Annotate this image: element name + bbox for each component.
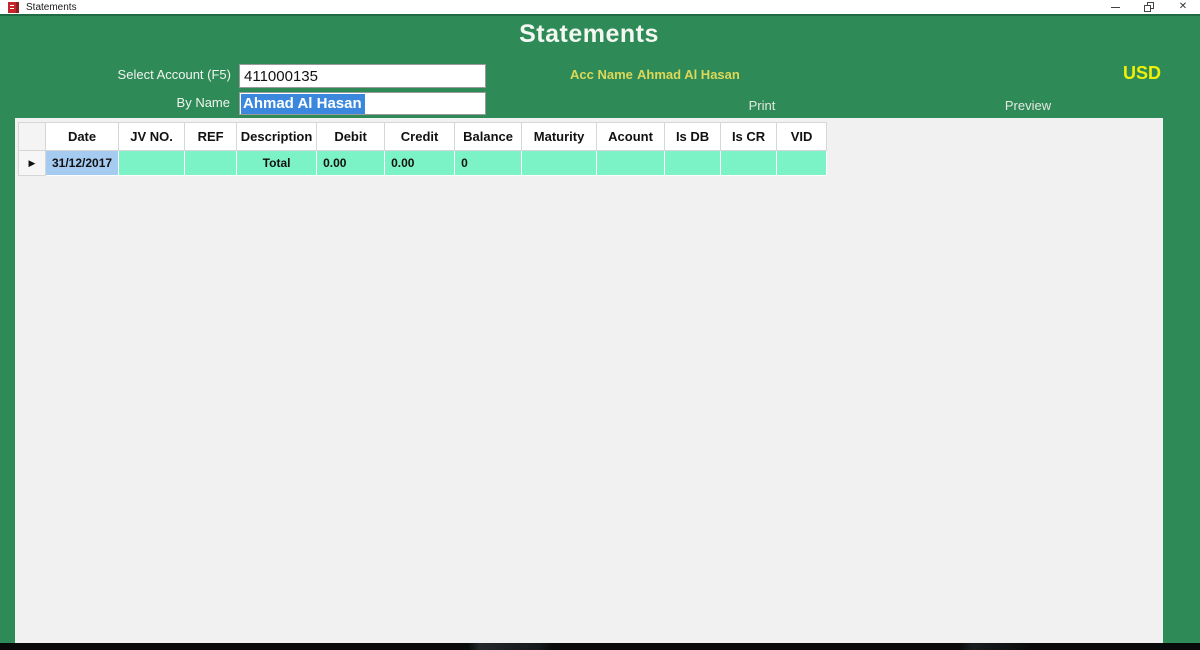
close-button[interactable]: ✕ (1166, 0, 1200, 14)
column-header-date[interactable]: Date (44, 122, 120, 151)
window-controls: ✕ (1098, 0, 1200, 14)
select-account-label: Select Account (F5) (117, 67, 231, 82)
cell-is-cr[interactable] (720, 150, 778, 176)
row-selector-header (18, 122, 46, 151)
table-row: ▶ 31/12/2017 Total 0.00 0.00 0 (18, 150, 828, 176)
column-header-debit[interactable]: Debit (316, 122, 386, 151)
account-input[interactable] (239, 64, 486, 88)
restore-icon (1144, 2, 1154, 12)
taskbar[interactable] (0, 643, 1200, 650)
column-header-balance[interactable]: Balance (454, 122, 523, 151)
cell-ref[interactable] (184, 150, 238, 176)
acc-name-value: Ahmad Al Hasan (637, 67, 740, 82)
cell-date[interactable]: 31/12/2017 (44, 150, 120, 176)
minimize-icon (1110, 6, 1120, 8)
column-header-description[interactable]: Description (236, 122, 318, 151)
acc-name-label: Acc Name (570, 67, 633, 82)
column-header-ref[interactable]: REF (184, 122, 238, 151)
cell-jv-no[interactable] (118, 150, 186, 176)
cell-description[interactable]: Total (236, 150, 318, 176)
column-header-is-db[interactable]: Is DB (664, 122, 722, 151)
close-icon: ✕ (1178, 1, 1188, 12)
column-header-acount[interactable]: Acount (596, 122, 666, 151)
by-name-input[interactable]: Ahmad Al Hasan (239, 92, 486, 115)
statements-window-body: Statements Select Account (F5) By Name A… (0, 18, 1200, 643)
column-header-vid[interactable]: VID (776, 122, 828, 151)
by-name-label: By Name (176, 95, 230, 110)
window-title: Statements (26, 1, 77, 13)
row-selector-cell[interactable]: ▶ (18, 150, 46, 176)
cell-maturity[interactable] (521, 150, 598, 176)
minimize-button[interactable] (1098, 0, 1132, 14)
cell-balance[interactable]: 0 (454, 150, 523, 176)
cell-debit[interactable]: 0.00 (316, 150, 386, 176)
cell-is-db[interactable] (664, 150, 722, 176)
row-selector-icon: ▶ (28, 157, 36, 168)
selected-text: Ahmad Al Hasan (241, 93, 365, 114)
statements-grid: Date JV NO. REF Description Debit Credit… (18, 122, 828, 176)
grid-header-row: Date JV NO. REF Description Debit Credit… (18, 122, 828, 151)
column-header-is-cr[interactable]: Is CR (720, 122, 778, 151)
cell-vid[interactable] (776, 150, 828, 176)
app-icon (8, 1, 19, 13)
statements-grid-panel: Date JV NO. REF Description Debit Credit… (15, 118, 1163, 643)
preview-button[interactable]: Preview (985, 98, 1071, 113)
print-button[interactable]: Print (722, 98, 802, 113)
window-titlebar: Statements ✕ (0, 0, 1200, 16)
page-title: Statements (519, 20, 659, 48)
cell-acount[interactable] (596, 150, 666, 176)
restore-button[interactable] (1132, 0, 1166, 14)
column-header-maturity[interactable]: Maturity (521, 122, 598, 151)
currency-label: USD (1122, 63, 1161, 83)
cell-credit[interactable]: 0.00 (384, 150, 456, 176)
column-header-jv-no[interactable]: JV NO. (118, 122, 186, 151)
column-header-credit[interactable]: Credit (384, 122, 456, 151)
